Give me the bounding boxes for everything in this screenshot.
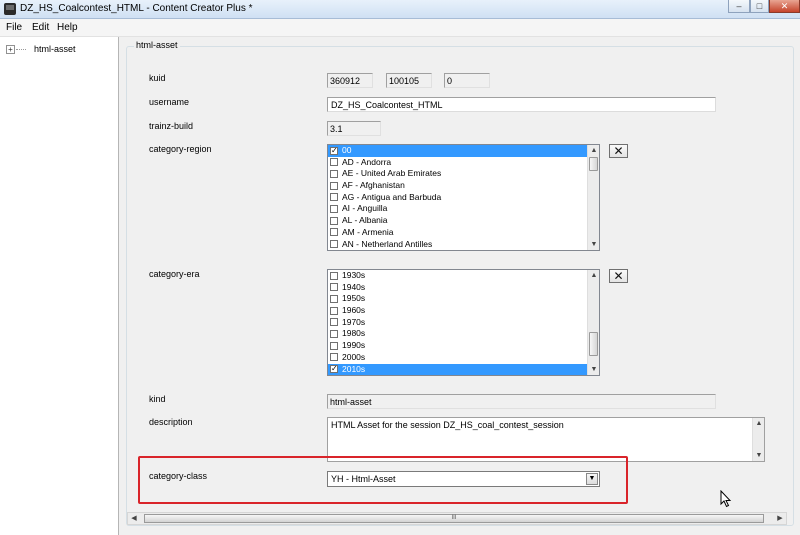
checkbox[interactable]	[330, 181, 338, 190]
checkbox[interactable]	[330, 306, 338, 315]
kind-label: kind	[149, 394, 166, 404]
checkbox[interactable]	[330, 216, 338, 225]
description-text: HTML Asset for the session DZ_HS_coal_co…	[331, 420, 564, 430]
kuid-user-field: 360912	[327, 73, 373, 88]
tree-connector	[16, 49, 26, 50]
list-item[interactable]: 1990s	[328, 340, 599, 352]
scroll-down-icon[interactable]: ▼	[588, 239, 600, 250]
scroll-left-icon[interactable]: ◀	[128, 513, 140, 524]
menu-help[interactable]: Help	[57, 22, 78, 33]
kind-field: html-asset	[327, 394, 716, 409]
list-item[interactable]: ✓ 2010s	[328, 363, 599, 376]
checkbox[interactable]	[330, 271, 338, 280]
scroll-up-icon[interactable]: ▲	[588, 145, 600, 156]
scroll-thumb[interactable]: III	[144, 514, 764, 523]
maximize-button[interactable]: □	[750, 0, 769, 13]
kuid-version-field: 0	[444, 73, 490, 88]
checkbox[interactable]	[330, 353, 338, 362]
title-bar[interactable]: DZ_HS_Coalcontest_HTML - Content Creator…	[0, 0, 800, 19]
category-era-label: category-era	[149, 269, 200, 279]
checkbox[interactable]	[330, 193, 338, 202]
list-item[interactable]: 1940s	[328, 282, 599, 294]
clear-region-button[interactable]: ✕	[609, 144, 628, 158]
checkbox[interactable]	[330, 204, 338, 213]
menu-bar: File Edit Help	[0, 19, 800, 37]
checkbox[interactable]	[330, 228, 338, 237]
scroll-right-icon[interactable]: ▶	[774, 513, 786, 524]
list-item[interactable]: AF - Afghanistan	[328, 180, 599, 192]
group-title: html-asset	[134, 40, 180, 50]
scroll-thumb[interactable]	[589, 332, 598, 356]
checkbox-checked[interactable]: ✓	[330, 365, 338, 373]
asset-tree: + html-asset	[0, 37, 119, 535]
category-class-value: YH - Html-Asset	[331, 474, 396, 484]
trainz-build-field: 3.1	[327, 121, 381, 136]
app-train-icon	[4, 3, 16, 15]
horizontal-scrollbar[interactable]: ◀ III ▶	[127, 512, 787, 525]
category-era-list[interactable]: 1930s 1940s 1950s 1960s 1970s 1980s 1990…	[327, 269, 600, 376]
description-scrollbar[interactable]: ▲ ▼	[752, 418, 764, 461]
list-item[interactable]: ✓ 00	[328, 145, 599, 157]
mouse-cursor-icon	[720, 490, 732, 508]
description-label: description	[149, 417, 193, 427]
checkbox[interactable]	[330, 318, 338, 327]
window-title: DZ_HS_Coalcontest_HTML - Content Creator…	[20, 3, 253, 14]
description-field[interactable]: HTML Asset for the session DZ_HS_coal_co…	[327, 417, 765, 462]
scroll-up-icon[interactable]: ▲	[588, 270, 600, 281]
list-item[interactable]: 1950s	[328, 293, 599, 305]
scroll-thumb[interactable]	[589, 157, 598, 171]
category-class-dropdown[interactable]: YH - Html-Asset ▼	[327, 471, 600, 487]
kuid-label: kuid	[149, 73, 166, 83]
list-item[interactable]: AI - Anguilla	[328, 203, 599, 215]
list-item[interactable]: 1930s	[328, 270, 599, 282]
trainz-build-label: trainz-build	[149, 121, 194, 131]
menu-file[interactable]: File	[6, 22, 22, 33]
clear-era-button[interactable]: ✕	[609, 269, 628, 283]
tree-item-html-asset[interactable]: html-asset	[34, 44, 76, 54]
category-region-list[interactable]: ✓ 00 AD - Andorra AE - United Arab Emirat…	[327, 144, 600, 251]
tree-expand-icon[interactable]: +	[6, 45, 15, 54]
checkbox[interactable]	[330, 240, 338, 248]
list-item[interactable]: AG - Antigua and Barbuda	[328, 192, 599, 204]
properties-panel: html-asset kuid 360912 100105 0 username…	[120, 37, 800, 535]
list-item[interactable]: AM - Armenia	[328, 227, 599, 239]
checkbox[interactable]	[330, 283, 338, 292]
list-item[interactable]: AE - United Arab Emirates	[328, 168, 599, 180]
scroll-up-icon[interactable]: ▲	[753, 418, 765, 429]
checkbox[interactable]	[330, 158, 338, 167]
checkbox-checked[interactable]: ✓	[330, 146, 338, 155]
menu-edit[interactable]: Edit	[32, 22, 49, 33]
username-field[interactable]: DZ_HS_Coalcontest_HTML	[327, 97, 716, 112]
checkbox[interactable]	[330, 294, 338, 303]
list-item[interactable]: AN - Netherland Antilles	[328, 239, 599, 251]
checkbox[interactable]	[330, 169, 338, 178]
kuid-content-field: 100105	[386, 73, 432, 88]
scroll-down-icon[interactable]: ▼	[588, 364, 600, 375]
close-button[interactable]: ✕	[769, 0, 800, 13]
scroll-down-icon[interactable]: ▼	[753, 450, 765, 461]
list-item[interactable]: 1980s	[328, 328, 599, 340]
list-item[interactable]: 2000s	[328, 352, 599, 364]
list-item[interactable]: AD - Andorra	[328, 157, 599, 169]
era-scrollbar[interactable]: ▲ ▼	[587, 270, 599, 375]
region-scrollbar[interactable]: ▲ ▼	[587, 145, 599, 250]
checkbox[interactable]	[330, 329, 338, 338]
checkbox[interactable]	[330, 341, 338, 350]
minimize-button[interactable]: –	[728, 0, 750, 13]
list-item[interactable]: 1970s	[328, 317, 599, 329]
category-class-label: category-class	[149, 471, 208, 481]
category-region-label: category-region	[149, 144, 212, 154]
list-item[interactable]: AL - Albania	[328, 215, 599, 227]
list-item[interactable]: 1960s	[328, 305, 599, 317]
chevron-down-icon[interactable]: ▼	[586, 473, 598, 485]
username-label: username	[149, 97, 190, 107]
